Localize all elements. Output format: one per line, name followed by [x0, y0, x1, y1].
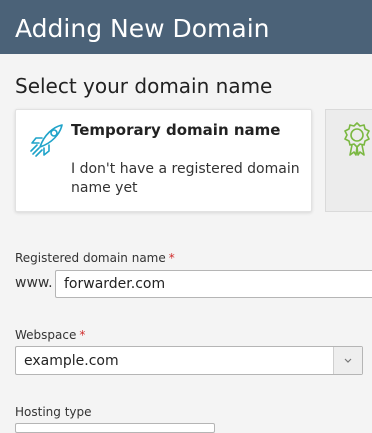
rocket-icon: [30, 124, 63, 157]
page-title: Adding New Domain: [15, 14, 270, 43]
registered-domain-label: Registered domain name *: [15, 251, 175, 265]
section-title: Select your domain name: [15, 74, 273, 98]
option-title: Temporary domain name: [71, 121, 281, 139]
page-header: Adding New Domain: [0, 0, 372, 54]
award-badge-icon: [344, 122, 370, 156]
www-prefix: www.: [15, 275, 53, 291]
temporary-domain-option[interactable]: Temporary domain name I don't have a reg…: [15, 109, 312, 212]
webspace-select[interactable]: example.com: [15, 346, 363, 375]
hosting-type-select[interactable]: [15, 423, 215, 433]
domain-name-input[interactable]: [55, 270, 372, 298]
required-marker: *: [79, 328, 86, 342]
dropdown-toggle[interactable]: [333, 347, 362, 374]
chevron-down-icon: [344, 358, 352, 363]
webspace-selected-value: example.com: [24, 353, 119, 369]
webspace-label: Webspace *: [15, 328, 86, 342]
hosting-type-label: Hosting type: [15, 405, 92, 419]
option-description: I don't have a registered domain name ye…: [71, 161, 300, 196]
required-marker: *: [168, 251, 175, 265]
registered-domain-option[interactable]: [325, 109, 372, 212]
